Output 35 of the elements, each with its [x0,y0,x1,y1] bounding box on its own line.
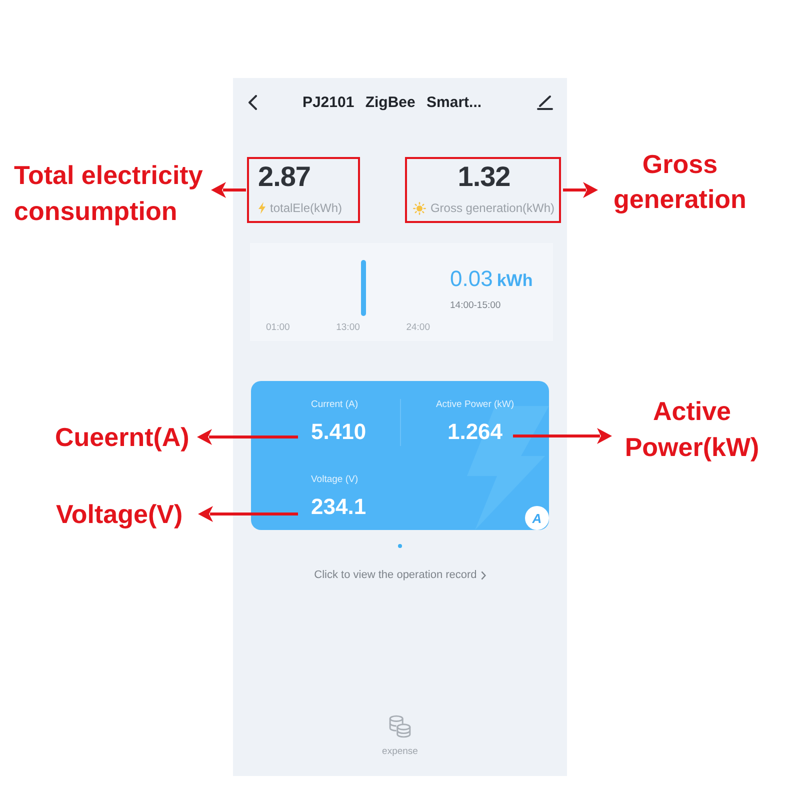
operation-record-link[interactable]: Click to view the operation record [314,569,486,582]
reading-value: 1.264 [447,418,503,446]
callout-arrow [563,182,598,198]
back-button[interactable] [246,92,259,112]
letter-badge[interactable]: A [525,506,549,530]
expense-tab[interactable]: expense [382,715,418,758]
reading-label: Voltage (V) [311,474,358,486]
callout-arrow [211,182,246,198]
unit-label: kWh [496,270,533,292]
callout-label: Voltage(V) [56,498,183,531]
edit-button[interactable] [535,92,555,112]
reading-label: Current (A) [311,399,358,411]
axis-label: 13:00 [336,322,360,334]
lightning-icon [258,202,266,214]
reading-label: Active Power (kW) [436,399,514,411]
chevron-right-icon [480,571,486,580]
usage-reading: 0.03 [450,266,493,292]
callout-label: Active Power(kW) [624,395,760,464]
stat-label: totalEle(kWh) [270,201,342,215]
coins-icon [388,715,411,738]
stat-value: 2.87 [258,160,310,194]
device-title: PJ2101 ZigBee Smart... [301,94,483,110]
reading-value: 234.1 [311,493,366,521]
pencil-icon [537,94,553,110]
chevron-left-icon [248,94,257,110]
time-range: 14:00-15:00 [450,300,502,312]
callout-label: Cueernt(A) [55,421,190,454]
sun-icon [413,202,426,214]
callout-label: Total electricity consumption [14,159,204,228]
reading-value: 5.410 [311,418,366,446]
stat-value: 1.32 [458,160,510,194]
callout-label: Gross generation [612,148,748,216]
stat-label: Gross generation(kWh) [430,201,555,215]
axis-label: 01:00 [266,322,290,334]
axis-label: 24:00 [406,322,430,334]
